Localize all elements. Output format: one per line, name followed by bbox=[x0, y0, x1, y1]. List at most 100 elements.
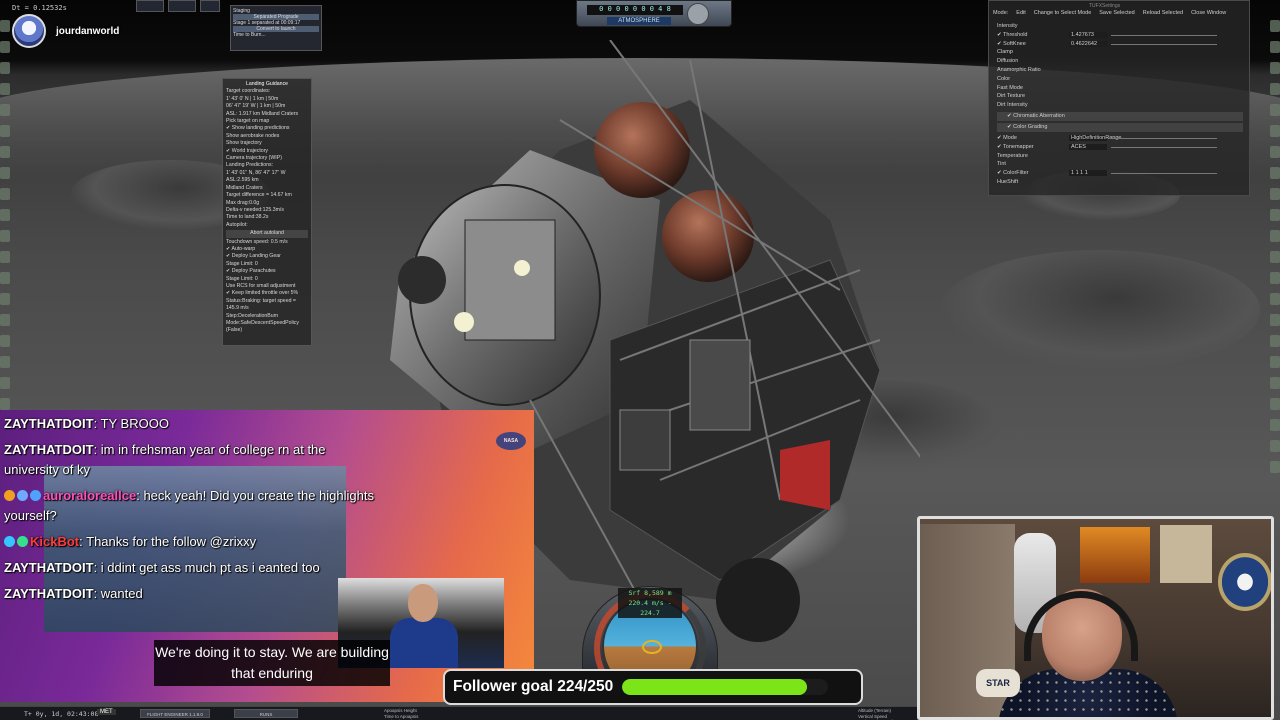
tool-icon[interactable] bbox=[0, 83, 10, 95]
color-grading-section[interactable]: ✔ Color Grading bbox=[997, 122, 1243, 132]
tool-icon[interactable] bbox=[0, 398, 10, 410]
warp-dial-icon[interactable] bbox=[687, 3, 709, 25]
tool-icon[interactable] bbox=[1270, 356, 1280, 368]
tool-icon[interactable] bbox=[0, 41, 10, 53]
pp-menu-item[interactable]: Save Selected bbox=[1099, 10, 1134, 16]
tool-icon[interactable] bbox=[0, 146, 10, 158]
tool-icon[interactable] bbox=[1270, 419, 1280, 431]
chat-username[interactable]: ZAYTHATDOIT bbox=[4, 416, 94, 431]
tool-icon[interactable] bbox=[1270, 461, 1280, 473]
tool-icon[interactable] bbox=[1270, 398, 1280, 410]
left-toolbar bbox=[0, 20, 10, 473]
pp-setting-row[interactable]: Diffusion bbox=[997, 57, 1243, 66]
chat-badge-icon bbox=[4, 536, 15, 547]
guidance-line: 1' 43' 0' N | 1 km | 50m bbox=[226, 95, 279, 102]
tool-icon[interactable] bbox=[0, 209, 10, 221]
tool-icon[interactable] bbox=[0, 188, 10, 200]
pp-setting-label: ✔ ColorFilter bbox=[997, 170, 1029, 177]
tool-icon[interactable] bbox=[0, 20, 10, 32]
tool-icon[interactable] bbox=[0, 230, 10, 242]
top-toolbar-button[interactable] bbox=[136, 0, 164, 12]
pp-setting-row[interactable]: Anamorphic Ratio bbox=[997, 66, 1243, 75]
pp-setting-value[interactable]: HighDefinitionRange bbox=[1069, 134, 1121, 141]
tool-icon[interactable] bbox=[1270, 188, 1280, 200]
tool-icon[interactable] bbox=[0, 272, 10, 284]
top-toolbar-button[interactable] bbox=[168, 0, 196, 12]
pp-setting-row[interactable]: ✔ SoftKnee 0.4622642 bbox=[997, 40, 1243, 49]
tool-icon[interactable] bbox=[1270, 104, 1280, 116]
tool-icon[interactable] bbox=[1270, 20, 1280, 32]
follower-goal-label: Follower goal 224/250 bbox=[453, 678, 614, 695]
tool-icon[interactable] bbox=[1270, 377, 1280, 389]
guidance-line: 06' 47' 19' W | 1 km | 50m bbox=[226, 103, 286, 110]
pp-menu-item[interactable]: Close Window bbox=[1191, 10, 1226, 16]
top-toolbar-button[interactable] bbox=[200, 0, 220, 12]
pp-setting-label: Dirt Texture bbox=[997, 93, 1026, 100]
pp-setting-row[interactable]: Intensity bbox=[997, 22, 1243, 31]
chat-username[interactable]: auroraloreallce bbox=[43, 488, 136, 503]
tool-icon[interactable] bbox=[0, 377, 10, 389]
pp-setting-value[interactable]: 1 1 1 1 bbox=[1069, 170, 1107, 177]
pp-setting-slider[interactable] bbox=[1111, 34, 1217, 36]
chat-badge-icon bbox=[30, 490, 41, 501]
tool-icon[interactable] bbox=[1270, 209, 1280, 221]
pp-setting-row[interactable]: Tint bbox=[997, 160, 1243, 169]
pp-setting-row[interactable]: ✔ Mode HighDefinitionRange bbox=[997, 134, 1243, 143]
tool-icon[interactable] bbox=[1270, 230, 1280, 242]
pp-setting-row[interactable]: Dirt Texture bbox=[997, 92, 1243, 101]
abort-autoland-button[interactable]: Abort autoland bbox=[226, 230, 308, 238]
guidance-line: ASL: 1.917 km Midland Craters bbox=[226, 110, 299, 117]
chat-username[interactable]: ZAYTHATDOIT bbox=[4, 442, 94, 457]
pp-setting-row[interactable]: ✔ Threshold 1.427673 bbox=[997, 31, 1243, 40]
pp-setting-row[interactable]: Temperature bbox=[997, 152, 1243, 161]
pp-menu-item[interactable]: Reload Selected bbox=[1143, 10, 1183, 16]
pp-setting-slider[interactable] bbox=[1111, 43, 1217, 45]
chromatic-aberration-section[interactable]: ✔ Chromatic Aberration bbox=[997, 111, 1243, 121]
tool-icon[interactable] bbox=[0, 104, 10, 116]
guidance-line: Touchdown speed: 0.5 m/s bbox=[226, 238, 288, 245]
pp-setting-slider[interactable] bbox=[1111, 137, 1217, 139]
tool-icon[interactable] bbox=[1270, 293, 1280, 305]
pp-setting-value[interactable]: 1.427673 bbox=[1069, 31, 1107, 38]
tool-icon[interactable] bbox=[0, 167, 10, 179]
pp-setting-label: ✔ Threshold bbox=[997, 31, 1028, 38]
tool-icon[interactable] bbox=[1270, 62, 1280, 74]
pp-menu-item[interactable]: Edit bbox=[1016, 10, 1025, 16]
pp-setting-slider[interactable] bbox=[1111, 173, 1217, 175]
pp-setting-row[interactable]: ✔ Tonemapper ACES bbox=[997, 143, 1243, 152]
tool-icon[interactable] bbox=[1270, 440, 1280, 452]
tool-icon[interactable] bbox=[1270, 251, 1280, 263]
pp-setting-row[interactable]: Clamp bbox=[997, 48, 1243, 57]
runs-button[interactable]: RUNS bbox=[234, 709, 298, 718]
pp-setting-slider[interactable] bbox=[1111, 146, 1217, 148]
chat-list: ZAYTHATDOIT: TY BROOO ZAYTHATDOIT: im in … bbox=[4, 414, 384, 610]
pp-setting-row[interactable]: Dirt Intensity bbox=[997, 101, 1243, 110]
guidance-line: Step:DecelerationBurn bbox=[226, 312, 279, 319]
tool-icon[interactable] bbox=[0, 251, 10, 263]
chat-username[interactable]: ZAYTHATDOIT bbox=[4, 586, 94, 601]
pp-setting-value[interactable]: 0.4622642 bbox=[1069, 40, 1107, 47]
pp-setting-row[interactable]: Fast Mode bbox=[997, 84, 1243, 93]
tool-icon[interactable] bbox=[1270, 314, 1280, 326]
tool-icon[interactable] bbox=[0, 62, 10, 74]
tool-icon[interactable] bbox=[1270, 167, 1280, 179]
flight-engineer-button[interactable]: FLIGHT ENGINEER 1.1.9.0 bbox=[140, 709, 210, 718]
tool-icon[interactable] bbox=[1270, 83, 1280, 95]
chat-username[interactable]: ZAYTHATDOIT bbox=[4, 560, 94, 575]
pp-menu-item[interactable]: Change to Select Mode bbox=[1034, 10, 1091, 16]
tool-icon[interactable] bbox=[1270, 146, 1280, 158]
tool-icon[interactable] bbox=[0, 335, 10, 347]
tool-icon[interactable] bbox=[0, 293, 10, 305]
tool-icon[interactable] bbox=[1270, 272, 1280, 284]
pp-setting-row[interactable]: Color bbox=[997, 75, 1243, 84]
pp-setting-value[interactable]: ACES bbox=[1069, 143, 1107, 150]
tool-icon[interactable] bbox=[0, 356, 10, 368]
pp-setting-row[interactable]: ✔ ColorFilter 1 1 1 1 bbox=[997, 169, 1243, 178]
tool-icon[interactable] bbox=[1270, 125, 1280, 137]
tool-icon[interactable] bbox=[1270, 41, 1280, 53]
tool-icon[interactable] bbox=[0, 314, 10, 326]
chat-username[interactable]: KickBot bbox=[30, 534, 79, 549]
pp-setting-row[interactable]: HueShift bbox=[997, 178, 1243, 187]
tool-icon[interactable] bbox=[0, 125, 10, 137]
tool-icon[interactable] bbox=[1270, 335, 1280, 347]
